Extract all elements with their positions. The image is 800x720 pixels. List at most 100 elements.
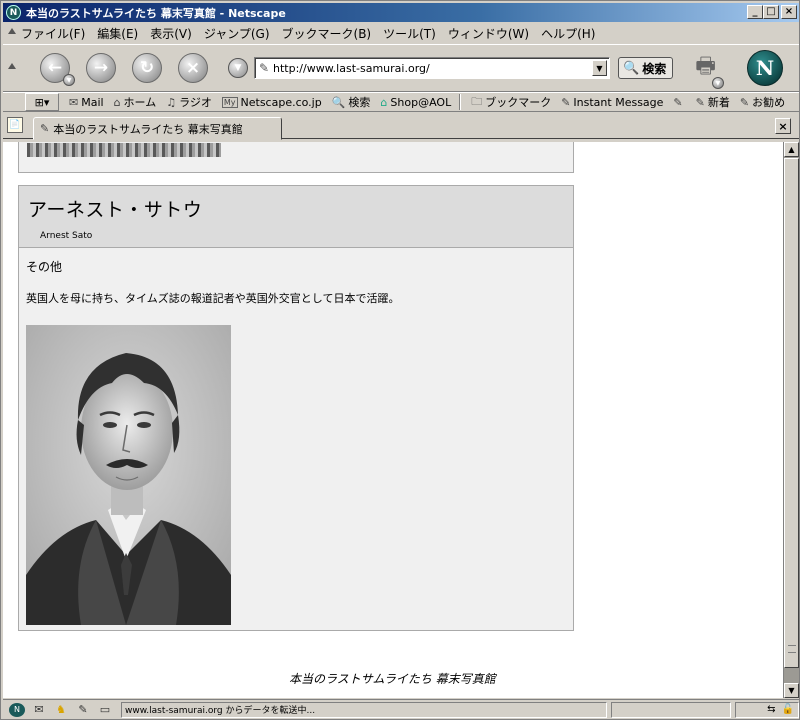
scroll-up-button[interactable]: ▲ <box>784 142 799 157</box>
search-button[interactable]: 🔍 検索 <box>618 57 674 79</box>
bookmark-unnamed[interactable]: ✎ <box>673 96 685 109</box>
bookmark-mail[interactable]: ✉ Mail <box>69 96 104 109</box>
toolbar-separator <box>459 94 462 110</box>
navigator-icon[interactable]: N <box>9 702 25 717</box>
window-title: 本当のラストサムライたち 幕末写真館 - Netscape <box>26 6 286 20</box>
menu-file[interactable]: ファイル(F) <box>15 25 91 42</box>
back-history-dropdown[interactable]: ▼ <box>63 74 75 86</box>
person-card-header: アーネスト・サトウ Arnest Sato <box>19 186 573 248</box>
composer-icon[interactable]: ✎ <box>75 703 91 717</box>
scroll-grip-icon <box>788 645 796 653</box>
reload-icon: ↻ <box>139 58 155 78</box>
status-bar: N ✉ ♞ ✎ ▭ www.last-samurai.org からデータを転送中… <box>3 699 799 719</box>
address-book-icon[interactable]: ▭ <box>97 703 113 717</box>
bookmark-label: ホーム <box>123 96 157 109</box>
menu-go[interactable]: ジャンプ(G) <box>198 25 276 42</box>
bookmark-home[interactable]: ⌂ ホーム <box>114 94 157 110</box>
person-card-body: その他 英国人を母に持ち、タイムズ誌の報道記者や英国外交官として日本で活躍。 <box>19 248 573 625</box>
forward-button[interactable]: → <box>86 53 116 83</box>
url-input[interactable] <box>273 61 583 75</box>
stop-button[interactable]: × <box>178 53 208 83</box>
bookmark-label: ブックマーク <box>485 96 552 109</box>
folder-icon: 🗀 <box>471 94 483 108</box>
menu-help[interactable]: ヘルプ(H) <box>535 25 601 42</box>
scroll-thumb[interactable] <box>784 158 799 668</box>
bookmark-label: 検索 <box>348 96 371 109</box>
previous-entry-photo <box>27 143 221 157</box>
menu-bookmarks[interactable]: ブックマーク(B) <box>276 25 378 42</box>
bookmark-label: Netscape.co.jp <box>240 95 322 109</box>
bookmark-radio[interactable]: ♫ ラジオ <box>166 94 212 110</box>
print-dropdown[interactable]: ▼ <box>711 77 724 89</box>
print-button[interactable]: 🖶 ▼ <box>695 49 724 89</box>
back-button[interactable]: ← ▼ <box>40 53 75 86</box>
menu-window[interactable]: ウィンドウ(W) <box>442 25 535 42</box>
page-content: アーネスト・サトウ Arnest Sato その他 英国人を母に持ち、タイムズ誌… <box>3 142 783 698</box>
sidebar-toggle-icon[interactable]: 📄 <box>7 117 23 133</box>
bookmark-icon: ✎ <box>739 95 750 109</box>
menubar-grip-icon[interactable] <box>5 25 16 41</box>
menu-view[interactable]: 表示(V) <box>144 25 198 42</box>
bookmark-search[interactable]: 🔍 検索 <box>332 94 371 110</box>
page-pin-icon[interactable]: ✎ <box>255 61 273 75</box>
progress-bar <box>611 701 731 718</box>
url-history-dropdown-icon[interactable]: ▼ <box>228 58 248 78</box>
search-icon: 🔍 <box>331 95 346 109</box>
person-portrait <box>26 325 231 625</box>
home-icon: ⌂ <box>113 95 121 109</box>
stop-icon: × <box>185 58 201 78</box>
aim-icon[interactable]: ♞ <box>53 703 69 717</box>
security-lock-icon[interactable]: 🔓 <box>782 704 794 715</box>
close-tab-button[interactable]: × <box>775 118 791 134</box>
minimize-button[interactable]: _ <box>747 5 763 19</box>
bookmark-label: お勧め <box>752 96 786 109</box>
printer-icon: 🖶 <box>695 54 716 79</box>
mail-icon[interactable]: ✉ <box>31 703 47 717</box>
home-tabs-button[interactable]: ⊞▾ <box>25 93 59 111</box>
bookmark-label: ラジオ <box>179 96 212 109</box>
headphones-icon: ♫ <box>166 95 177 109</box>
bookmark-shop[interactable]: ⌂ Shop@AOL <box>380 96 451 109</box>
navigation-toolbar: ← ▼ → ↻ × ▼ ✎ ▼ 🔍 検索 🖶 ▼ N <box>3 44 799 92</box>
netscape-logo-icon[interactable]: N <box>747 50 783 86</box>
status-text: www.last-samurai.org からデータを転送中... <box>121 701 607 718</box>
bookmark-folder[interactable]: 🗀 ブックマーク <box>471 93 552 111</box>
navbar-grip-icon[interactable] <box>5 60 16 76</box>
title-bar[interactable]: N 本当のラストサムライたち 幕末写真館 - Netscape _ □ × <box>3 3 799 22</box>
magnifier-icon: 🔍 <box>623 60 640 76</box>
menu-tools[interactable]: ツール(T) <box>377 25 442 42</box>
bookmark-instant-message[interactable]: ✎ Instant Message <box>561 96 663 109</box>
scroll-down-button[interactable]: ▼ <box>784 683 799 698</box>
tab-current[interactable]: ✎ 本当のラストサムライたち 幕末写真館 <box>33 117 282 140</box>
my-icon: My <box>221 96 238 108</box>
person-description: 英国人を母に持ち、タイムズ誌の報道記者や英国外交官として日本で活躍。 <box>26 292 400 305</box>
netscape-app-icon[interactable]: N <box>6 5 21 20</box>
connection-icon[interactable]: ⇆ <box>767 704 775 715</box>
bookmark-label: Mail <box>81 95 104 109</box>
reload-button[interactable]: ↻ <box>132 53 162 83</box>
page-icon: ✎ <box>40 122 50 135</box>
shop-icon: ⌂ <box>380 95 388 109</box>
vertical-scrollbar[interactable]: ▲ ▼ <box>783 142 799 698</box>
person-card: アーネスト・サトウ Arnest Sato その他 英国人を母に持ち、タイムズ誌… <box>18 185 574 631</box>
maximize-button[interactable]: □ <box>763 5 779 19</box>
tab-bar: 📄 ✎ 本当のラストサムライたち 幕末写真館 × <box>3 113 799 140</box>
forward-arrow-icon: → <box>93 58 109 78</box>
bookmark-recommended[interactable]: ✎ お勧め <box>740 94 785 110</box>
mail-icon: ✉ <box>69 95 79 109</box>
bookmark-icon: ✎ <box>561 95 571 109</box>
search-button-label: 検索 <box>642 61 667 76</box>
bookmark-new[interactable]: ✎ 新着 <box>696 94 730 110</box>
close-window-button[interactable]: × <box>781 5 797 19</box>
bookmark-icon: ✎ <box>695 95 705 109</box>
url-bar[interactable]: ✎ ▼ <box>254 57 610 79</box>
tab-label: 本当のラストサムライたち 幕末写真館 <box>53 122 243 136</box>
bookmark-label: 新着 <box>707 96 730 109</box>
personal-toolbar: ⊞▾ ✉ Mail ⌂ ホーム ♫ ラジオ My Netscape.co.jp … <box>3 92 799 112</box>
person-name-en: Arnest Sato <box>40 231 93 241</box>
status-icons: ⇆ 🔓 <box>735 701 799 718</box>
menu-edit[interactable]: 編集(E) <box>91 25 144 42</box>
previous-entry-card <box>18 142 574 173</box>
bookmark-netscape[interactable]: My Netscape.co.jp <box>221 95 322 109</box>
url-dropdown-button[interactable]: ▼ <box>592 60 607 76</box>
